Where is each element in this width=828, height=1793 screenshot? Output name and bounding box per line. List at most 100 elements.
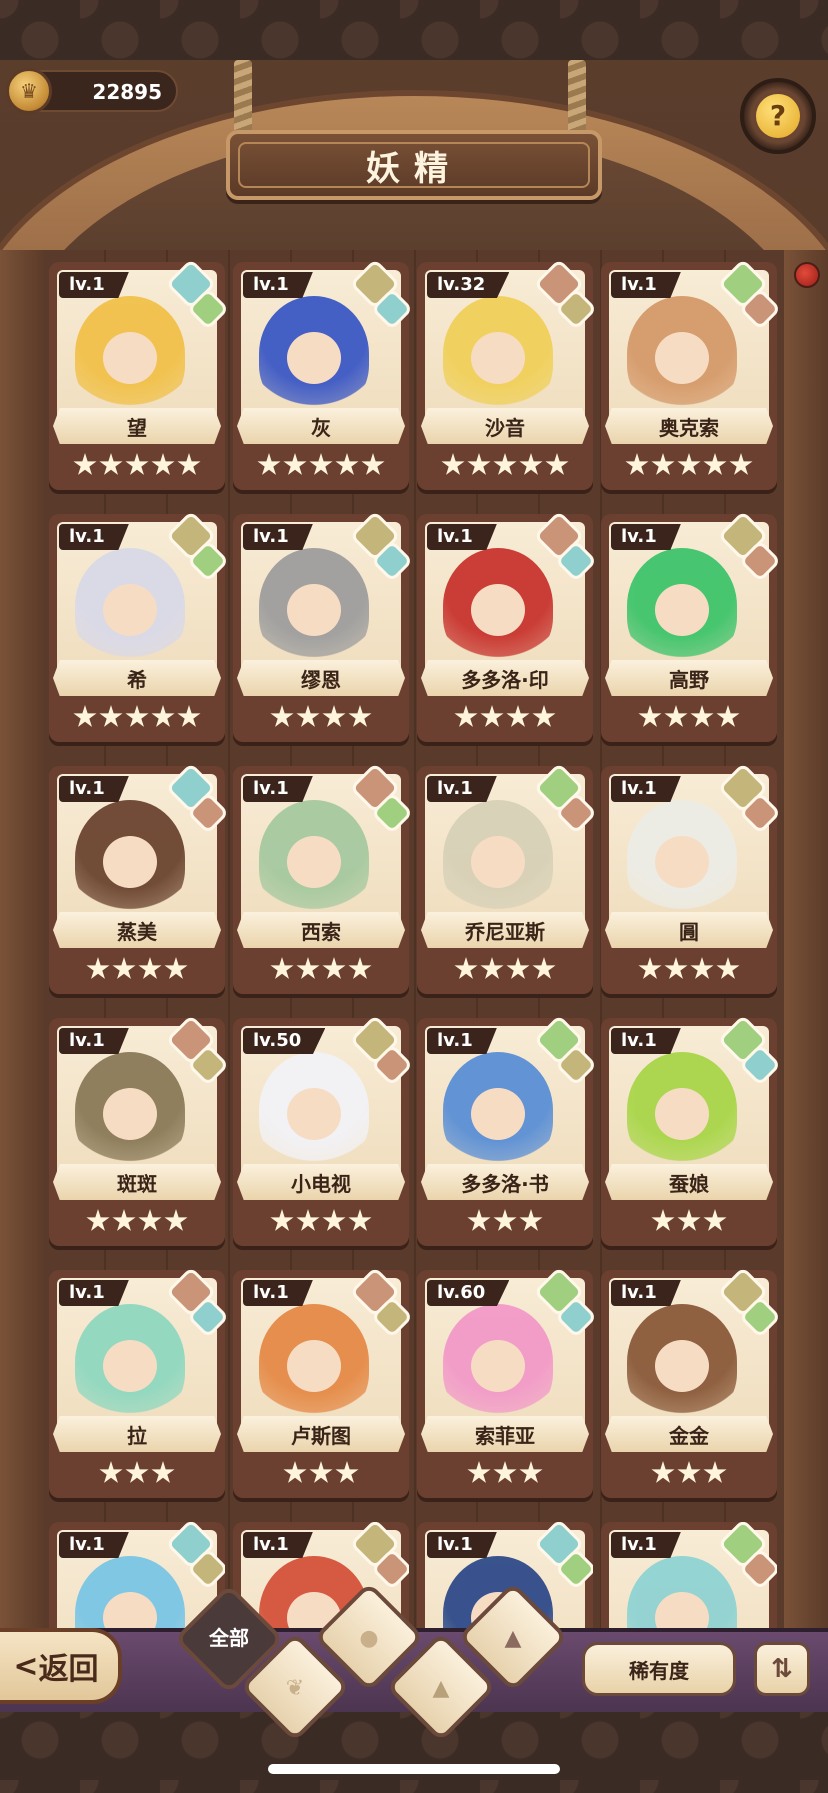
- fairy-card[interactable]: lv.60 索菲亚: [417, 1266, 598, 1498]
- star-icon: [519, 1461, 543, 1483]
- star-rating: [417, 1456, 593, 1490]
- fairy-card[interactable]: lv.1 斑斑: [49, 1014, 230, 1246]
- fairy-card[interactable]: lv.1 蚕娘: [601, 1014, 782, 1246]
- fairy-portrait: [627, 1052, 737, 1168]
- star-rating: [601, 1204, 777, 1238]
- star-icon: [296, 705, 320, 727]
- star-icon: [677, 1461, 701, 1483]
- star-icon: [493, 1209, 517, 1231]
- fairy-portrait: [259, 548, 369, 664]
- star-icon: [638, 957, 662, 979]
- fairy-card[interactable]: lv.1 高野: [601, 510, 782, 742]
- fairy-name: 多多洛·书: [461, 1171, 549, 1196]
- fairy-card[interactable]: lv.1: [601, 1522, 777, 1628]
- name-banner: 高野: [605, 660, 773, 696]
- star-icon: [519, 1209, 543, 1231]
- star-icon: [164, 1209, 188, 1231]
- fairy-portrait: [443, 548, 553, 664]
- fairy-portrait: [259, 1304, 369, 1420]
- star-icon: [151, 1461, 175, 1483]
- fairy-name: 斑斑: [117, 1171, 157, 1196]
- name-banner: 缪恩: [237, 660, 405, 696]
- star-icon: [348, 705, 372, 727]
- fairy-card[interactable]: lv.1 希: [49, 510, 230, 742]
- star-rating: [49, 952, 225, 986]
- star-icon: [73, 705, 97, 727]
- level-tag: lv.1: [59, 1028, 129, 1054]
- fairy-name: 索菲亚: [475, 1423, 535, 1448]
- sort-order-button[interactable]: ⇅: [754, 1642, 810, 1696]
- fairy-name: 金金: [669, 1423, 709, 1448]
- star-icon: [703, 453, 727, 475]
- fairy-portrait: [627, 800, 737, 916]
- fairy-card[interactable]: lv.1 多多洛·印: [417, 510, 598, 742]
- star-icon: [441, 453, 465, 475]
- star-icon: [309, 453, 333, 475]
- sort-icon: ⇅: [771, 1654, 793, 1684]
- fairy-name: 拉: [127, 1423, 147, 1448]
- fairy-name: 多多洛·印: [461, 667, 549, 692]
- rarity-sort-button[interactable]: 稀有度: [582, 1642, 736, 1696]
- star-icon: [532, 957, 556, 979]
- fairy-portrait: [259, 800, 369, 916]
- star-icon: [86, 1209, 110, 1231]
- fairy-card[interactable]: lv.1 乔尼亚斯: [417, 762, 598, 994]
- name-banner: 蚕娘: [605, 1164, 773, 1200]
- fairy-portrait: [443, 1304, 553, 1420]
- star-icon: [322, 1209, 346, 1231]
- fairy-card[interactable]: lv.1 金金: [601, 1266, 782, 1498]
- fairy-name: 奥克索: [659, 415, 719, 440]
- star-icon: [322, 705, 346, 727]
- fairy-card[interactable]: lv.50 小电视: [233, 1014, 414, 1246]
- fairy-name: 高野: [669, 667, 709, 692]
- fairy-card[interactable]: lv.1 多多洛·书: [417, 1014, 598, 1246]
- level-tag: lv.1: [611, 272, 681, 298]
- help-button[interactable]: ?: [740, 78, 816, 154]
- fairy-card[interactable]: lv.1 拉: [49, 1266, 230, 1498]
- name-banner: 多多洛·印: [421, 660, 589, 696]
- level-tag: lv.32: [427, 272, 510, 298]
- star-icon: [677, 1209, 701, 1231]
- star-icon: [690, 957, 714, 979]
- star-icon: [480, 705, 504, 727]
- star-icon: [467, 1209, 491, 1231]
- fairy-name: 乔尼亚斯: [465, 919, 545, 944]
- fairy-card[interactable]: lv.1 西索: [233, 762, 414, 994]
- fairy-card[interactable]: lv.1 望: [49, 258, 230, 490]
- star-rating: [49, 1456, 225, 1490]
- star-icon: [703, 1461, 727, 1483]
- fairy-card[interactable]: lv.1 灰: [233, 258, 414, 490]
- star-rating: [233, 700, 409, 734]
- star-rating: [233, 448, 409, 482]
- fairy-card[interactable]: lv.1 㘣: [601, 762, 782, 994]
- level-tag: lv.1: [59, 1280, 129, 1306]
- star-icon: [112, 1209, 136, 1231]
- star-icon: [99, 705, 123, 727]
- level-tag: lv.1: [243, 524, 313, 550]
- fairy-card[interactable]: lv.32 沙音: [417, 258, 598, 490]
- star-icon: [651, 1209, 675, 1231]
- name-banner: 望: [53, 408, 221, 444]
- fairy-portrait: [75, 548, 185, 664]
- back-button[interactable]: < 返回: [0, 1628, 122, 1704]
- fairy-portrait: [627, 296, 737, 412]
- star-icon: [125, 453, 149, 475]
- fairy-portrait: [75, 1304, 185, 1420]
- fairy-card[interactable]: lv.1 缪恩: [233, 510, 414, 742]
- name-banner: 灰: [237, 408, 405, 444]
- star-icon: [467, 1461, 491, 1483]
- fairy-card[interactable]: lv.1 卢斯图: [233, 1266, 414, 1498]
- name-banner: 奥克索: [605, 408, 773, 444]
- fairy-name: 蒸美: [117, 919, 157, 944]
- name-banner: 斑斑: [53, 1164, 221, 1200]
- level-tag: lv.60: [427, 1280, 510, 1306]
- fairy-name: 沙音: [485, 415, 525, 440]
- fairy-card[interactable]: lv.1 蒸美: [49, 762, 230, 994]
- star-icon: [335, 1461, 359, 1483]
- fairy-card[interactable]: lv.1 奥克索: [601, 258, 782, 490]
- ladybug-icon[interactable]: [794, 262, 820, 288]
- star-rating: [601, 1456, 777, 1490]
- star-icon: [716, 705, 740, 727]
- fairy-card[interactable]: lv.1: [49, 1522, 225, 1628]
- star-icon: [112, 957, 136, 979]
